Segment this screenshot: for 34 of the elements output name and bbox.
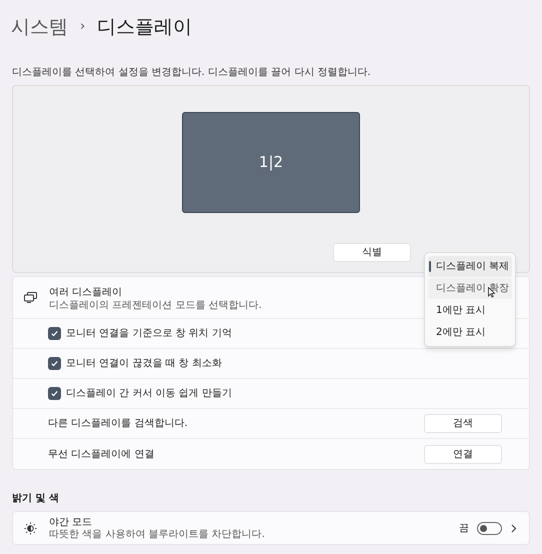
checkbox-label: 모니터 연결이 끊겼을 때 창 최소화 <box>66 357 222 371</box>
menu-item[interactable]: 2에만 표시 <box>428 322 512 343</box>
monitors-icon <box>24 292 37 303</box>
checkbox[interactable] <box>48 357 61 370</box>
night-light-subtitle: 따뜻한 색을 사용하여 블루라이트를 차단합니다. <box>49 528 266 540</box>
action-button[interactable]: 연결 <box>424 444 502 464</box>
checkbox-label: 모니터 연결을 기준으로 창 위치 기억 <box>66 327 232 341</box>
checkbox-label: 디스플레이 간 커서 이동 쉽게 만들기 <box>66 387 232 401</box>
action-button[interactable]: 검색 <box>424 414 502 433</box>
checkmark-icon <box>50 359 59 368</box>
section-heading: 밝기 및 색 <box>12 493 59 504</box>
checkmark-icon <box>50 329 59 338</box>
arrange-hint: 디스플레이를 선택하여 설정을 변경합니다. 디스플레이를 끌어 다시 정렬합니다. <box>12 67 371 78</box>
breadcrumb-separator: › <box>80 18 86 36</box>
sun-icon <box>24 522 37 534</box>
night-light-toggle[interactable] <box>477 522 502 534</box>
monitor-label: 1|2 <box>258 152 284 174</box>
page-title: 디스플레이 <box>97 14 192 40</box>
checkbox[interactable] <box>48 327 61 340</box>
night-light-title: 야간 모드 <box>49 516 94 528</box>
multiple-displays-title: 여러 디스플레이 <box>49 286 124 300</box>
setting-label: 다른 디스플레이를 검색합니다. <box>48 417 189 431</box>
breadcrumb-parent[interactable]: 시스템 <box>11 12 68 42</box>
checkmark-icon <box>50 389 59 398</box>
menu-item[interactable]: 1에만 표시 <box>428 300 512 321</box>
toggle-state-label: 끔 <box>459 522 469 536</box>
setting-label: 무선 디스플레이에 연결 <box>48 448 156 462</box>
monitor-tile[interactable]: 1|2 <box>182 112 360 213</box>
multiple-displays-subtitle: 디스플레이의 프레젠테이션 모드를 선택합니다. <box>49 300 262 310</box>
chevron-right-icon[interactable] <box>511 524 517 532</box>
identify-button[interactable]: 식별 <box>333 243 411 262</box>
menu-item[interactable]: 디스플레이 확장 <box>428 278 512 299</box>
checkbox[interactable] <box>48 387 61 400</box>
menu-item[interactable]: 디스플레이 복제 <box>428 256 512 277</box>
